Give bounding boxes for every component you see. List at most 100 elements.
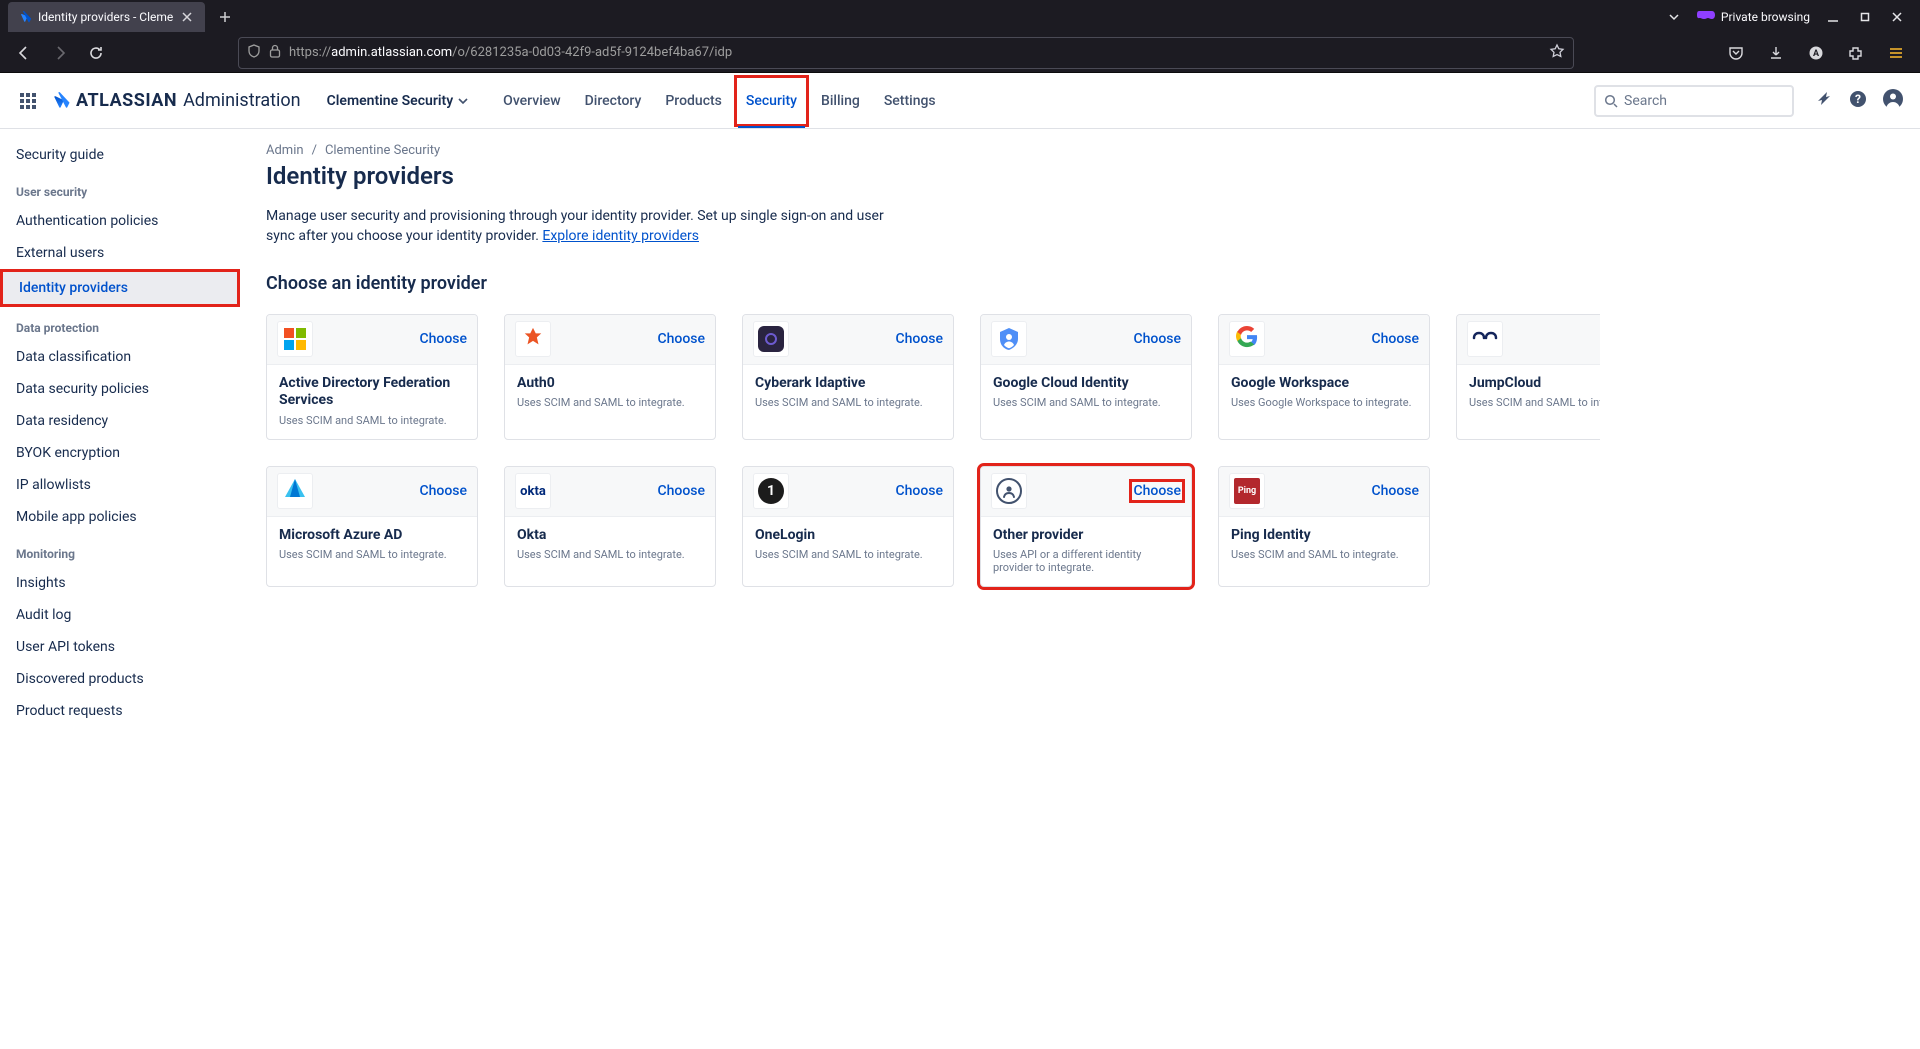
window-close-icon[interactable] [1888, 8, 1906, 26]
sidebar-item-external-users[interactable]: External users [0, 237, 240, 269]
sidebar-item-audit-log[interactable]: Audit log [0, 599, 240, 631]
provider-sub: Uses SCIM and SAML to integrate. [755, 548, 941, 561]
sidebar-item-discovered-products[interactable]: Discovered products [0, 663, 240, 695]
window-restore-icon[interactable] [1856, 8, 1874, 26]
provider-sub: Uses SCIM and SAML to integrate. [279, 548, 465, 561]
provider-logo-azure [277, 473, 313, 509]
extensions-icon[interactable] [1842, 39, 1870, 67]
pocket-icon[interactable] [1722, 39, 1750, 67]
search-input[interactable]: Search [1594, 85, 1794, 117]
reload-button[interactable] [82, 39, 110, 67]
breadcrumb-separator: / [312, 143, 317, 158]
provider-logo-adfs [277, 321, 313, 357]
choose-gcid-button[interactable]: Choose [1133, 331, 1181, 347]
provider-card-body: Other providerUses API or a different id… [981, 517, 1191, 587]
nav-directory[interactable]: Directory [573, 75, 654, 127]
provider-card-header: oktaChoose [505, 467, 715, 517]
provider-card-body: Ping IdentityUses SCIM and SAML to integ… [1219, 517, 1429, 574]
notifications-icon[interactable] [1814, 89, 1834, 113]
choose-onelog-button[interactable]: Choose [895, 483, 943, 499]
url-path: /o/6281235a-0d03-42f9-ad5f-9124bef4ba67/… [452, 45, 732, 60]
choose-adfs-button[interactable]: Choose [419, 331, 467, 347]
sidebar-item-security-guide[interactable]: Security guide [0, 139, 240, 171]
provider-sub: Uses API or a different identity provide… [993, 548, 1179, 574]
nav-security[interactable]: Security [734, 75, 809, 127]
main-content: Admin / Clementine Security Identity pro… [240, 129, 1600, 1049]
choose-azure-button[interactable]: Choose [419, 483, 467, 499]
choose-okta-button[interactable]: Choose [657, 483, 705, 499]
sidebar-item-authentication-policies[interactable]: Authentication policies [0, 205, 240, 237]
provider-card-ping: PingChoosePing IdentityUses SCIM and SAM… [1218, 466, 1430, 588]
sidebar-item-product-requests[interactable]: Product requests [0, 695, 240, 727]
choose-ping-button[interactable]: Choose [1371, 483, 1419, 499]
choose-cyber-button[interactable]: Choose [895, 331, 943, 347]
nav-settings[interactable]: Settings [872, 75, 948, 127]
close-icon[interactable] [179, 9, 195, 25]
sidebar: Security guideUser securityAuthenticatio… [0, 129, 240, 1049]
url-bar[interactable]: https://admin.atlassian.com/o/6281235a-0… [238, 37, 1574, 69]
choose-gws-button[interactable]: Choose [1371, 331, 1419, 347]
forward-button[interactable] [46, 39, 74, 67]
sidebar-item-mobile-app-policies[interactable]: Mobile app policies [0, 501, 240, 533]
account-icon[interactable]: A [1802, 39, 1830, 67]
provider-card-header: Choose [267, 315, 477, 365]
browser-tabstrip: Identity providers - Cleme Private brows… [0, 0, 1920, 33]
shield-icon[interactable] [247, 44, 261, 62]
search-icon [1604, 94, 1618, 108]
provider-card-header: Choose [267, 467, 477, 517]
provider-sub: Uses SCIM and SAML to integrate. [993, 396, 1179, 409]
sidebar-item-identity-providers[interactable]: Identity providers [0, 269, 240, 307]
provider-logo-cyber [753, 321, 789, 357]
org-name: Clementine Security [327, 93, 454, 109]
provider-card-body: JumpCloudUses SCIM and SAML to integrate… [1457, 365, 1600, 422]
explore-providers-link[interactable]: Explore identity providers [542, 228, 699, 244]
breadcrumb-org[interactable]: Clementine Security [325, 143, 440, 158]
sidebar-item-ip-allowlists[interactable]: IP allowlists [0, 469, 240, 501]
browser-tab-active[interactable]: Identity providers - Cleme [8, 2, 205, 32]
sidebar-item-insights[interactable]: Insights [0, 567, 240, 599]
lock-icon[interactable] [269, 44, 281, 62]
choose-other-button[interactable]: Choose [1133, 483, 1181, 499]
provider-sub: Uses Google Workspace to integrate. [1231, 396, 1417, 409]
new-tab-button[interactable] [211, 3, 239, 31]
provider-name: Microsoft Azure AD [279, 527, 465, 545]
nav-overview[interactable]: Overview [491, 75, 572, 127]
brand-suffix: Administration [183, 90, 301, 111]
sidebar-item-byok-encryption[interactable]: BYOK encryption [0, 437, 240, 469]
brand[interactable]: ATLASSIAN Administration [48, 90, 301, 112]
help-icon[interactable]: ? [1848, 89, 1868, 113]
profile-avatar-icon[interactable] [1882, 88, 1904, 114]
sidebar-item-data-security-policies[interactable]: Data security policies [0, 373, 240, 405]
bookmark-star-icon[interactable] [1549, 43, 1565, 63]
sidebar-item-user-api-tokens[interactable]: User API tokens [0, 631, 240, 663]
provider-card-cyber: ChooseCyberark IdaptiveUses SCIM and SAM… [742, 314, 954, 440]
chevron-down-icon [457, 95, 469, 107]
provider-logo-gcid [991, 321, 1027, 357]
provider-card-header: Choose [981, 315, 1191, 365]
app-switcher-icon[interactable] [16, 89, 40, 113]
provider-card-body: Google Cloud IdentityUses SCIM and SAML … [981, 365, 1191, 422]
browser-toolbar: https://admin.atlassian.com/o/6281235a-0… [0, 33, 1920, 73]
page-title: Identity providers [266, 162, 1574, 190]
downloads-icon[interactable] [1762, 39, 1790, 67]
sidebar-heading: Monitoring [0, 533, 240, 567]
sidebar-item-data-classification[interactable]: Data classification [0, 341, 240, 373]
back-button[interactable] [10, 39, 38, 67]
tabs-dropdown-icon[interactable] [1665, 8, 1683, 26]
provider-card-okta: oktaChooseOktaUses SCIM and SAML to inte… [504, 466, 716, 588]
provider-card-body: OneLoginUses SCIM and SAML to integrate. [743, 517, 953, 574]
org-switcher[interactable]: Clementine Security [327, 93, 470, 109]
breadcrumb-admin[interactable]: Admin [266, 143, 304, 158]
provider-card-adfs: ChooseActive Directory Federation Servic… [266, 314, 478, 440]
tab-favicon-atlassian [16, 9, 32, 25]
provider-card-body: OktaUses SCIM and SAML to integrate. [505, 517, 715, 574]
nav-products[interactable]: Products [653, 75, 734, 127]
provider-card-header: Choose [1219, 315, 1429, 365]
provider-card-header: PingChoose [1219, 467, 1429, 517]
sidebar-item-data-residency[interactable]: Data residency [0, 405, 240, 437]
window-minimize-icon[interactable] [1824, 8, 1842, 26]
search-placeholder: Search [1624, 93, 1667, 109]
choose-auth0-button[interactable]: Choose [657, 331, 705, 347]
nav-billing[interactable]: Billing [809, 75, 872, 127]
hamburger-menu-icon[interactable] [1882, 39, 1910, 67]
